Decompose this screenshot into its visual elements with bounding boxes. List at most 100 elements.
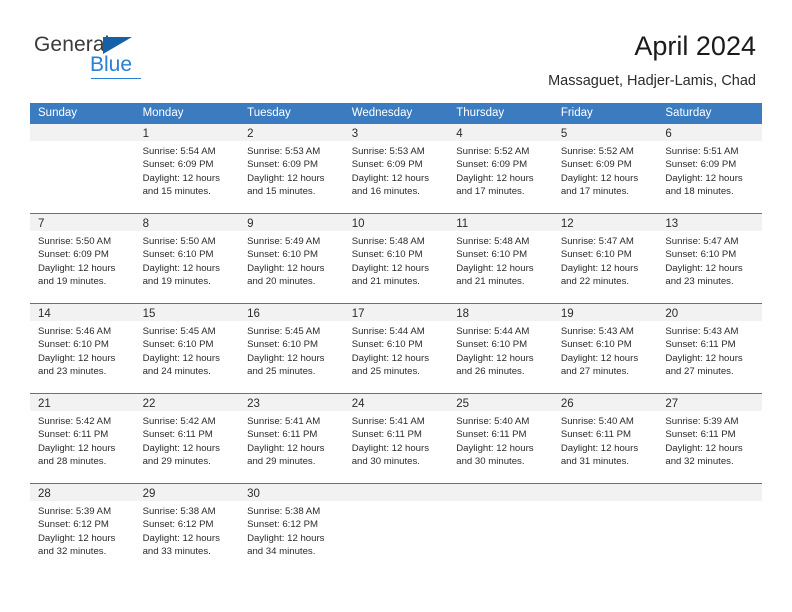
day-info: Sunrise: 5:40 AM Sunset: 6:11 PM Daylight:… [553,411,658,469]
day-cell[interactable]: 29 Sunrise: 5:38 AM Sunset: 6:12 PM Dayligh… [134,484,240,573]
daylight-text-line1: Daylight: 12 hours [38,262,116,274]
calendar-week-cells: 14 Sunrise: 5:46 AM Sunset: 6:10 PM Dayligh… [30,304,762,393]
day-number-band: 14 [30,304,135,321]
daylight-text-line1: Daylight: 12 hours [456,172,534,184]
day-number-band: 17 [343,304,449,321]
daylight-text-line1: Daylight: 12 hours [560,262,639,274]
page-header: General Blue April 2024 Massaguet, Hadje… [0,0,792,100]
day-number-band [343,484,449,501]
daylight-text-line2: and 33 minutes. [142,546,211,558]
day-cell[interactable]: 26 Sunrise: 5:40 AM Sunset: 6:11 PM Dayligh… [552,394,658,483]
day-cell[interactable]: 24 Sunrise: 5:41 AM Sunset: 6:11 PM Dayligh… [343,394,449,483]
daylight-text-line2: and 31 minutes. [560,456,630,468]
day-cell[interactable]: 5 Sunrise: 5:52 AM Sunset: 6:09 PM Daylight… [552,124,658,213]
day-number-band: 3 [343,124,449,141]
daylight-text-line1: Daylight: 12 hours [142,352,220,364]
daylight-text-line2: and 20 minutes. [247,276,316,288]
day-cell[interactable]: 19 Sunrise: 5:43 AM Sunset: 6:10 PM Dayligh… [552,304,658,393]
day-number: 9 [247,218,254,230]
calendar-week-row: 1 Sunrise: 5:54 AM Sunset: 6:09 PM Daylight… [30,124,762,213]
day-cell[interactable]: 28 Sunrise: 5:39 AM Sunset: 6:12 PM Dayligh… [30,484,135,573]
day-cell[interactable]: 21 Sunrise: 5:42 AM Sunset: 6:11 PM Dayligh… [30,394,135,483]
sunrise-text: Sunrise: 5:53 AM [351,146,425,157]
day-cell[interactable]: 3 Sunrise: 5:53 AM Sunset: 6:09 PM Daylight… [343,124,449,213]
daylight-text-line2: and 21 minutes. [456,276,525,288]
day-cell[interactable]: 30 Sunrise: 5:38 AM Sunset: 6:12 PM Dayligh… [239,484,344,573]
day-cell[interactable]: 12 Sunrise: 5:47 AM Sunset: 6:10 PM Dayligh… [552,214,658,303]
calendar-week-cells: 28 Sunrise: 5:39 AM Sunset: 6:12 PM Dayligh… [30,484,762,573]
day-number-band: 9 [239,214,344,231]
day-cell[interactable]: 11 Sunrise: 5:48 AM Sunset: 6:10 PM Dayligh… [448,214,553,303]
day-info: Sunrise: 5:47 AM Sunset: 6:10 PM Daylight:… [657,231,762,289]
day-info: Sunrise: 5:45 AM Sunset: 6:10 PM Daylight:… [135,321,240,379]
day-number-band [30,124,135,141]
day-cell[interactable]: 13 Sunrise: 5:47 AM Sunset: 6:10 PM Dayligh… [657,214,762,303]
daylight-text-line2: and 23 minutes. [665,276,734,288]
day-number: 17 [351,308,365,320]
day-number-band: 12 [552,214,658,231]
sunset-text: Sunset: 6:10 PM [456,249,528,261]
day-cell[interactable]: 20 Sunrise: 5:43 AM Sunset: 6:11 PM Dayligh… [657,304,762,393]
day-cell[interactable]: 23 Sunrise: 5:41 AM Sunset: 6:11 PM Dayligh… [239,394,344,483]
weekday-header-thursday: Thursday [456,107,505,119]
day-info: Sunrise: 5:54 AM Sunset: 6:09 PM Daylight:… [135,141,240,199]
day-cell[interactable]: 14 Sunrise: 5:46 AM Sunset: 6:10 PM Dayligh… [30,304,135,393]
day-cell[interactable]: 6 Sunrise: 5:51 AM Sunset: 6:09 PM Daylight… [657,124,762,213]
day-number-band: 21 [30,394,135,411]
general-blue-logo[interactable]: General Blue [34,34,164,82]
day-number-band: 23 [239,394,344,411]
day-info: Sunrise: 5:40 AM Sunset: 6:11 PM Daylight:… [448,411,553,469]
day-number-band [552,484,658,501]
sunset-text: Sunset: 6:11 PM [665,429,736,441]
day-cell[interactable]: 9 Sunrise: 5:49 AM Sunset: 6:10 PM Daylight… [239,214,344,303]
daylight-text-line1: Daylight: 12 hours [247,262,325,274]
day-cell[interactable]: 17 Sunrise: 5:44 AM Sunset: 6:10 PM Dayligh… [343,304,449,393]
daylight-text-line1: Daylight: 12 hours [665,442,743,454]
daylight-text-line2: and 32 minutes. [38,546,107,558]
sunset-text: Sunset: 6:11 PM [665,339,736,351]
day-number: 30 [247,488,260,500]
day-number: 7 [38,218,45,230]
day-cell-empty [343,484,449,573]
daylight-text-line2: and 15 minutes. [247,186,316,198]
day-cell[interactable]: 8 Sunrise: 5:50 AM Sunset: 6:10 PM Daylight… [134,214,240,303]
sunrise-text: Sunrise: 5:42 AM [38,416,112,427]
day-cell[interactable]: 1 Sunrise: 5:54 AM Sunset: 6:09 PM Daylight… [134,124,240,213]
day-number-band: 19 [552,304,658,321]
day-info: Sunrise: 5:42 AM Sunset: 6:11 PM Daylight:… [30,411,135,469]
day-number-band: 2 [239,124,344,141]
daylight-text-line2: and 25 minutes. [351,366,420,378]
day-number: 16 [247,308,260,320]
sunrise-text: Sunrise: 5:42 AM [142,416,216,427]
day-info: Sunrise: 5:41 AM Sunset: 6:11 PM Daylight:… [344,411,449,469]
daylight-text-line1: Daylight: 12 hours [142,532,220,544]
day-number: 10 [351,218,365,230]
daylight-text-line1: Daylight: 12 hours [142,442,220,454]
day-number: 19 [560,308,574,320]
day-cell[interactable]: 7 Sunrise: 5:50 AM Sunset: 6:09 PM Daylight… [30,214,135,303]
day-cell[interactable]: 4 Sunrise: 5:52 AM Sunset: 6:09 PM Daylight… [448,124,553,213]
day-cell[interactable]: 27 Sunrise: 5:39 AM Sunset: 6:11 PM Dayligh… [657,394,762,483]
day-info: Sunrise: 5:49 AM Sunset: 6:10 PM Daylight:… [239,231,344,289]
sunrise-text: Sunrise: 5:40 AM [456,416,530,427]
day-cell[interactable]: 15 Sunrise: 5:45 AM Sunset: 6:10 PM Dayligh… [134,304,240,393]
daylight-text-line1: Daylight: 12 hours [351,262,430,274]
day-number-band: 5 [552,124,658,141]
day-cell[interactable]: 22 Sunrise: 5:42 AM Sunset: 6:11 PM Dayligh… [134,394,240,483]
day-cell[interactable]: 2 Sunrise: 5:53 AM Sunset: 6:09 PM Daylight… [239,124,344,213]
day-info: Sunrise: 5:53 AM Sunset: 6:09 PM Daylight:… [344,141,449,199]
title-block: April 2024 Massaguet, Hadjer-Lamis, Chad [548,30,756,91]
day-cell[interactable]: 16 Sunrise: 5:45 AM Sunset: 6:10 PM Dayligh… [239,304,344,393]
day-info: Sunrise: 5:52 AM Sunset: 6:09 PM Daylight:… [553,141,658,199]
day-cell[interactable]: 18 Sunrise: 5:44 AM Sunset: 6:10 PM Dayligh… [448,304,553,393]
day-cell[interactable]: 25 Sunrise: 5:40 AM Sunset: 6:11 PM Dayligh… [448,394,553,483]
day-number-band: 1 [134,124,240,141]
sunset-text: Sunset: 6:09 PM [38,249,109,261]
day-number-band: 28 [30,484,135,501]
day-number: 1 [142,128,149,140]
sunrise-text: Sunrise: 5:53 AM [247,146,321,157]
day-cell[interactable]: 10 Sunrise: 5:48 AM Sunset: 6:10 PM Dayligh… [343,214,449,303]
sunrise-text: Sunrise: 5:41 AM [247,416,321,427]
daylight-text-line2: and 19 minutes. [142,276,211,288]
day-info: Sunrise: 5:46 AM Sunset: 6:10 PM Daylight:… [30,321,135,379]
